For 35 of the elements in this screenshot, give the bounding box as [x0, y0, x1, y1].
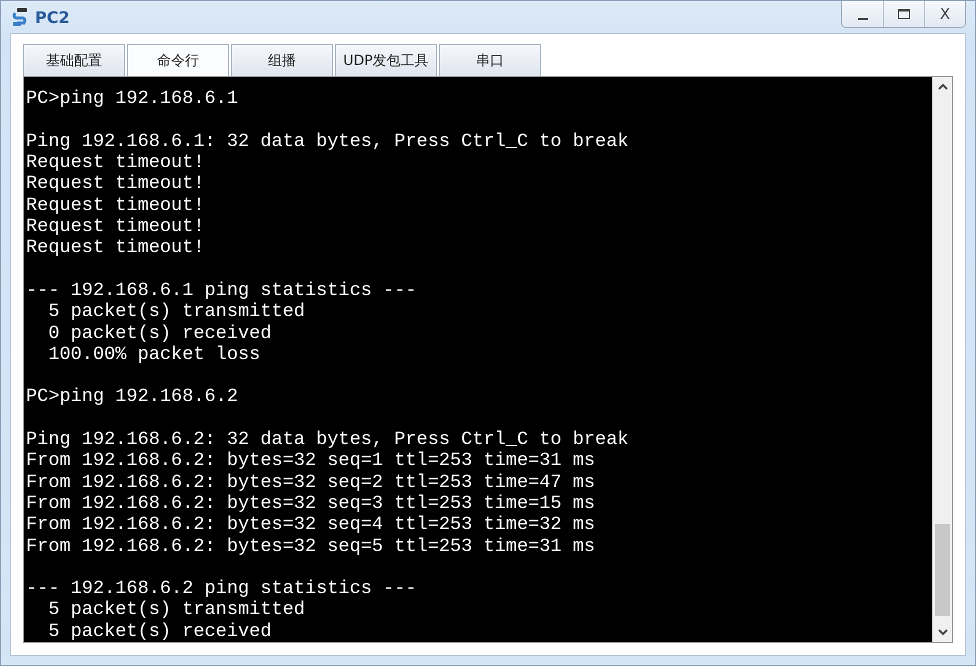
terminal-line: Ping 192.168.6.2: 32 data bytes, Press Ctrl_C to break [26, 429, 629, 450]
tab[interactable]: 串口 [439, 44, 541, 76]
scroll-up-icon[interactable] [936, 83, 948, 92]
terminal-line: Request timeout! [26, 173, 205, 195]
scrollbar-thumb[interactable] [935, 524, 950, 616]
terminal-line: Request timeout! [26, 152, 205, 174]
terminal-line: From 192.168.6.2: bytes=32 seq=1 ttl=253 time=31 ms [26, 450, 596, 472]
close-button[interactable]: X [924, 1, 965, 27]
minimize-icon [858, 18, 868, 20]
scrollbar[interactable] [932, 77, 952, 642]
terminal-line: --- 192.168.6.2 ping statistics --- [26, 578, 417, 600]
terminal-line: Request timeout! [26, 216, 205, 238]
maximize-icon [897, 7, 911, 21]
terminal-line: 0 packet(s) received [47, 322, 272, 344]
tab[interactable]: 组播 [231, 44, 333, 76]
terminal-line: 5 packet(s) received [47, 620, 272, 642]
terminal-line: From 192.168.6.2: bytes=32 seq=3 ttl=253 time=15 ms [26, 492, 596, 514]
terminal-line: From 192.168.6.2: bytes=32 seq=5 ttl=253 time=31 ms [26, 536, 596, 557]
terminal-line: PC>ping 192.168.6.1 [26, 88, 238, 110]
scroll-down-icon[interactable] [936, 628, 948, 636]
tab[interactable]: UDP发包工具 [335, 44, 437, 76]
terminal-line: 5 packet(s) transmitted [47, 599, 305, 621]
maximize-button[interactable] [883, 1, 924, 27]
terminal-line: Request timeout! [26, 194, 205, 216]
window-title: PC2 [35, 8, 70, 27]
terminal-line: PC>ping 192.168.6.2 [26, 386, 238, 408]
terminal-line: --- 192.168.6.1 ping statistics --- [26, 280, 417, 302]
terminal-line: From 192.168.6.2: bytes=32 seq=2 ttl=253 time=47 ms [26, 472, 596, 493]
terminal-line: From 192.168.6.2: bytes=32 seq=4 ttl=253 time=32 ms [26, 514, 596, 536]
terminal-line: Request timeout! [26, 237, 205, 259]
terminal-line: Ping 192.168.6.1: 32 data bytes, Press Ctrl_C to break [26, 130, 629, 152]
terminal-line: 100.00% packet loss [47, 344, 260, 366]
tab[interactable]: 命令行 [127, 44, 229, 76]
tab[interactable]: 基础配置 [23, 44, 125, 76]
terminal-line: 5 packet(s) transmitted [47, 301, 305, 323]
